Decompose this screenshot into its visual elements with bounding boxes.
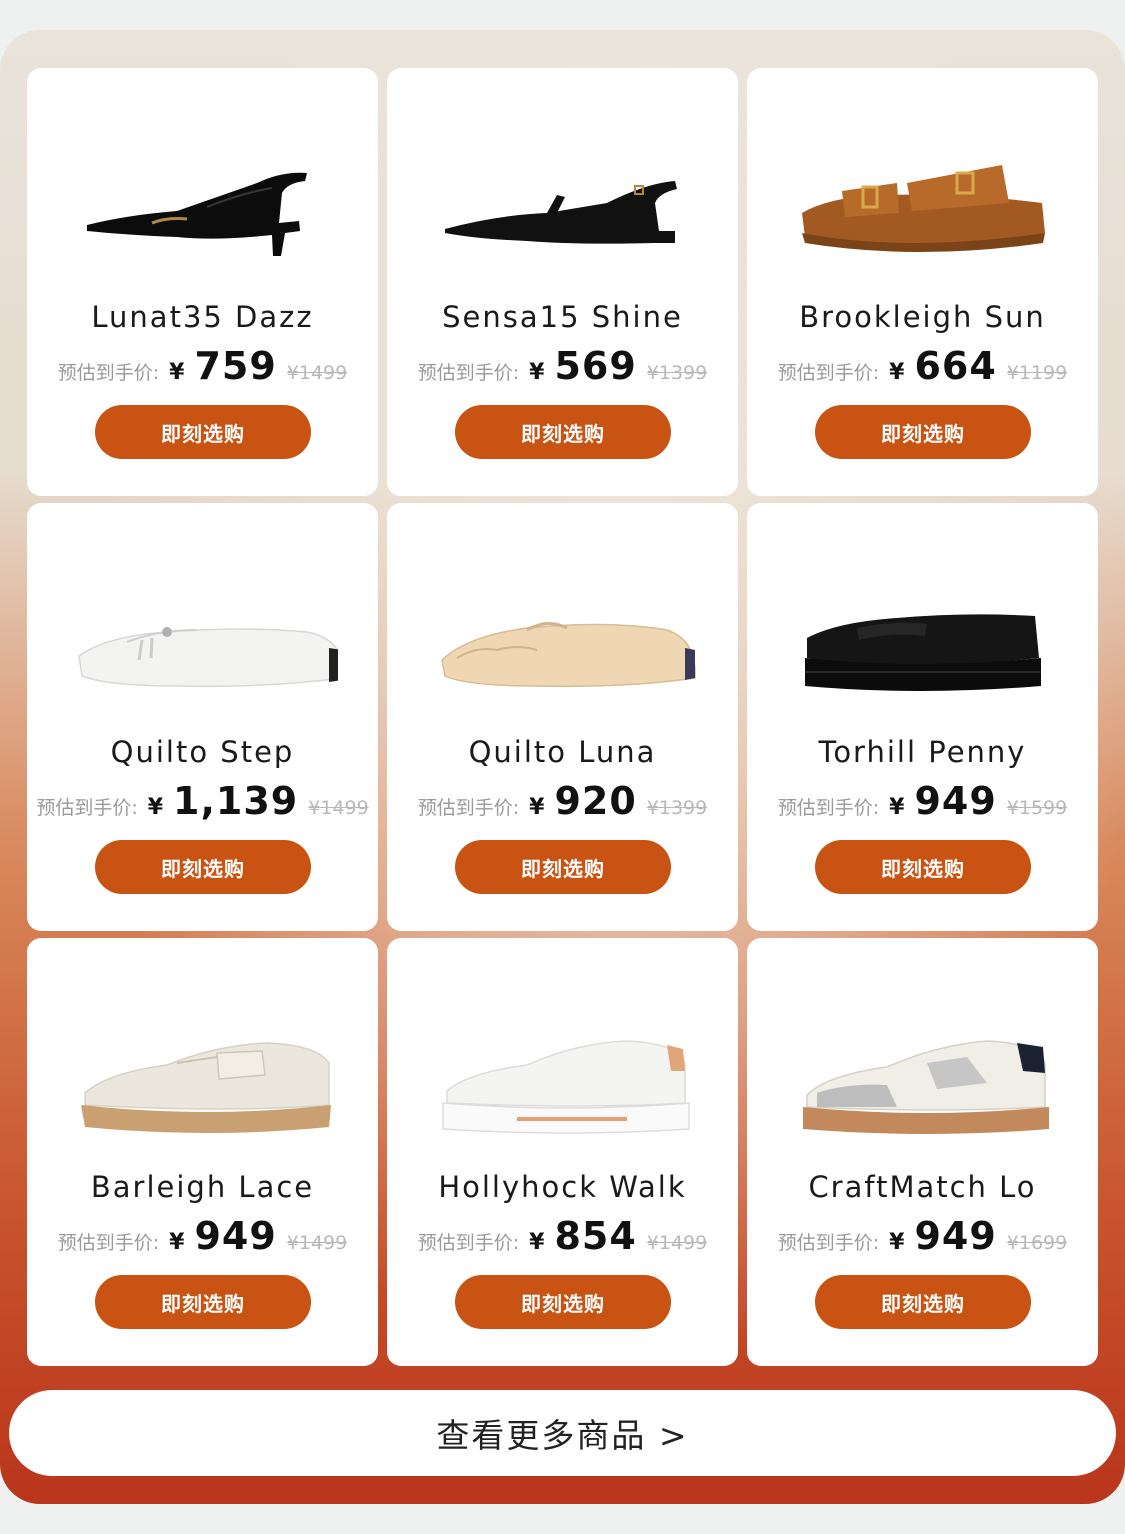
- original-price: ¥1499: [646, 1232, 708, 1254]
- penny-loafer-icon: [787, 588, 1058, 708]
- buy-now-button[interactable]: 即刻选购: [455, 840, 671, 894]
- currency-symbol: ¥: [889, 1230, 905, 1255]
- price-row: 预估到手价: ¥ 759 ¥1499: [27, 344, 378, 388]
- product-card[interactable]: CraftMatch Lo 预估到手价: ¥ 949 ¥1699 即刻选购: [747, 938, 1098, 1366]
- sale-price: 759: [194, 344, 277, 388]
- buy-now-button[interactable]: 即刻选购: [455, 405, 671, 459]
- product-name: Hollyhock Walk: [438, 1170, 687, 1204]
- product-card[interactable]: Quilto Luna 预估到手价: ¥ 920 ¥1399 即刻选购: [387, 503, 738, 931]
- sale-price: 664: [914, 344, 997, 388]
- product-card[interactable]: Sensa15 Shine 预估到手价: ¥ 569 ¥1399 即刻选购: [387, 68, 738, 496]
- estimated-price-label: 预估到手价:: [57, 1232, 160, 1254]
- slingback-heel-icon: [67, 153, 338, 273]
- product-name: Quilto Step: [110, 735, 295, 769]
- view-more-products-button[interactable]: 查看更多商品 >: [9, 1390, 1116, 1476]
- price-row: 预估到手价: ¥ 949 ¥1499: [27, 1214, 378, 1258]
- product-name: Lunat35 Dazz: [91, 300, 314, 334]
- product-name: Torhill Penny: [818, 735, 1027, 769]
- buy-now-button[interactable]: 即刻选购: [95, 1275, 311, 1329]
- price-row: 预估到手价: ¥ 569 ¥1399: [387, 344, 738, 388]
- product-name: Barleigh Lace: [90, 1170, 315, 1204]
- sale-price: 920: [554, 779, 637, 823]
- estimated-price-label: 预估到手价:: [777, 1232, 880, 1254]
- estimated-price-label: 预估到手价:: [417, 362, 520, 384]
- price-row: 预估到手价: ¥ 949 ¥1599: [747, 779, 1098, 823]
- estimated-price-label: 预估到手价:: [777, 362, 880, 384]
- product-card[interactable]: Lunat35 Dazz 预估到手价: ¥ 759 ¥1499 即刻选购: [27, 68, 378, 496]
- product-card[interactable]: Hollyhock Walk 预估到手价: ¥ 854 ¥1499 即刻选购: [387, 938, 738, 1366]
- sale-price: 949: [914, 779, 997, 823]
- sale-price: 949: [914, 1214, 997, 1258]
- buy-now-button[interactable]: 即刻选购: [455, 1275, 671, 1329]
- currency-symbol: ¥: [889, 795, 905, 820]
- white-sneaker-icon: [427, 1023, 698, 1143]
- product-name: Sensa15 Shine: [442, 300, 683, 334]
- price-row: 预估到手价: ¥ 949 ¥1699: [747, 1214, 1098, 1258]
- estimated-price-label: 预估到手价:: [777, 797, 880, 819]
- buy-now-button[interactable]: 即刻选购: [815, 405, 1031, 459]
- product-name: CraftMatch Lo: [808, 1170, 1037, 1204]
- sale-price: 569: [554, 344, 637, 388]
- original-price: ¥1399: [646, 362, 708, 384]
- sandal-icon: [787, 153, 1058, 273]
- original-price: ¥1499: [286, 1232, 348, 1254]
- retro-sneaker-icon: [787, 1023, 1058, 1143]
- price-row: 预估到手价: ¥ 1,139 ¥1499: [27, 779, 378, 823]
- price-row: 预估到手价: ¥ 664 ¥1199: [747, 344, 1098, 388]
- product-card[interactable]: Barleigh Lace 预估到手价: ¥ 949 ¥1499 即刻选购: [27, 938, 378, 1366]
- crepe-sneaker-icon: [67, 1023, 338, 1143]
- original-price: ¥1699: [1006, 1232, 1068, 1254]
- original-price: ¥1599: [1006, 797, 1068, 819]
- buy-now-button[interactable]: 即刻选购: [95, 840, 311, 894]
- product-card[interactable]: Quilto Step 预估到手价: ¥ 1,139 ¥1499 即刻选购: [27, 503, 378, 931]
- price-row: 预估到手价: ¥ 920 ¥1399: [387, 779, 738, 823]
- currency-symbol: ¥: [529, 1230, 545, 1255]
- currency-symbol: ¥: [169, 1230, 185, 1255]
- buy-now-button[interactable]: 即刻选购: [815, 1275, 1031, 1329]
- product-name: Brookleigh Sun: [799, 300, 1046, 334]
- sale-price: 949: [194, 1214, 277, 1258]
- promo-panel: Lunat35 Dazz 预估到手价: ¥ 759 ¥1499 即刻选购 Sen…: [0, 30, 1125, 1504]
- sale-price: 854: [554, 1214, 637, 1258]
- estimated-price-label: 预估到手价:: [417, 797, 520, 819]
- currency-symbol: ¥: [529, 360, 545, 385]
- slingback-flat-icon: [427, 153, 698, 273]
- product-grid: Lunat35 Dazz 预估到手价: ¥ 759 ¥1499 即刻选购 Sen…: [27, 68, 1098, 1366]
- product-card[interactable]: Brookleigh Sun 预估到手价: ¥ 664 ¥1199 即刻选购: [747, 68, 1098, 496]
- sale-price: 1,139: [173, 779, 299, 823]
- estimated-price-label: 预估到手价:: [36, 797, 138, 819]
- buy-now-button[interactable]: 即刻选购: [815, 840, 1031, 894]
- currency-symbol: ¥: [889, 360, 905, 385]
- currency-symbol: ¥: [529, 795, 545, 820]
- currency-symbol: ¥: [147, 795, 164, 820]
- product-card[interactable]: Torhill Penny 预估到手价: ¥ 949 ¥1599 即刻选购: [747, 503, 1098, 931]
- white-loafer-icon: [67, 588, 344, 708]
- estimated-price-label: 预估到手价:: [57, 362, 160, 384]
- original-price: ¥1499: [308, 797, 369, 819]
- original-price: ¥1199: [1006, 362, 1068, 384]
- buy-now-button[interactable]: 即刻选购: [95, 405, 311, 459]
- product-name: Quilto Luna: [468, 735, 657, 769]
- currency-symbol: ¥: [169, 360, 185, 385]
- price-row: 预估到手价: ¥ 854 ¥1499: [387, 1214, 738, 1258]
- original-price: ¥1499: [286, 362, 348, 384]
- beige-loafer-icon: [427, 588, 698, 708]
- estimated-price-label: 预估到手价:: [417, 1232, 520, 1254]
- original-price: ¥1399: [646, 797, 708, 819]
